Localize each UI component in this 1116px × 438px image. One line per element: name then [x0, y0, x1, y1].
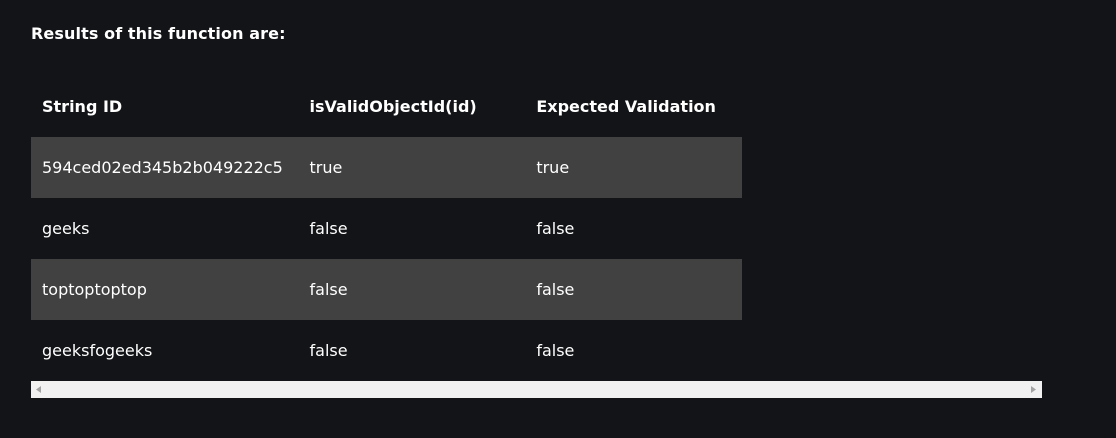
cell-expected: false [525, 259, 742, 320]
cell-string-id: geeksfogeeks [42, 341, 153, 360]
cell-expected: false [536, 219, 575, 238]
table-row: geeksfogeeks false false [31, 320, 742, 381]
horizontal-scrollbar[interactable] [31, 381, 1042, 398]
scroll-left-arrow-icon[interactable] [33, 381, 45, 398]
table-row: toptoptoptop false false [31, 259, 742, 320]
column-header-is-valid: isValidObjectId(id) [309, 97, 477, 116]
cell-is-valid: true [298, 137, 526, 198]
cell-string-id: geeks [42, 219, 90, 238]
page: Results of this function are: String ID … [0, 0, 1116, 438]
cell-expected: true [525, 137, 742, 198]
cell-string-id: 594ced02ed345b2b049222c5 [31, 137, 299, 198]
cell-is-valid: false [309, 341, 348, 360]
table-row: geeks false false [31, 198, 742, 259]
scroll-right-arrow-icon[interactable] [1028, 381, 1040, 398]
results-table-container: String ID isValidObjectId(id) Expected V… [31, 76, 1042, 398]
column-header-expected: Expected Validation [536, 97, 716, 116]
results-heading: Results of this function are: [31, 24, 286, 43]
cell-string-id: toptoptoptop [31, 259, 299, 320]
table-row: 594ced02ed345b2b049222c5 true true [31, 137, 742, 198]
cell-is-valid: false [298, 259, 526, 320]
cell-is-valid: false [309, 219, 348, 238]
table-header-row: String ID isValidObjectId(id) Expected V… [31, 76, 742, 137]
results-table: String ID isValidObjectId(id) Expected V… [31, 76, 742, 381]
column-header-string-id: String ID [42, 97, 123, 116]
cell-expected: false [536, 341, 575, 360]
